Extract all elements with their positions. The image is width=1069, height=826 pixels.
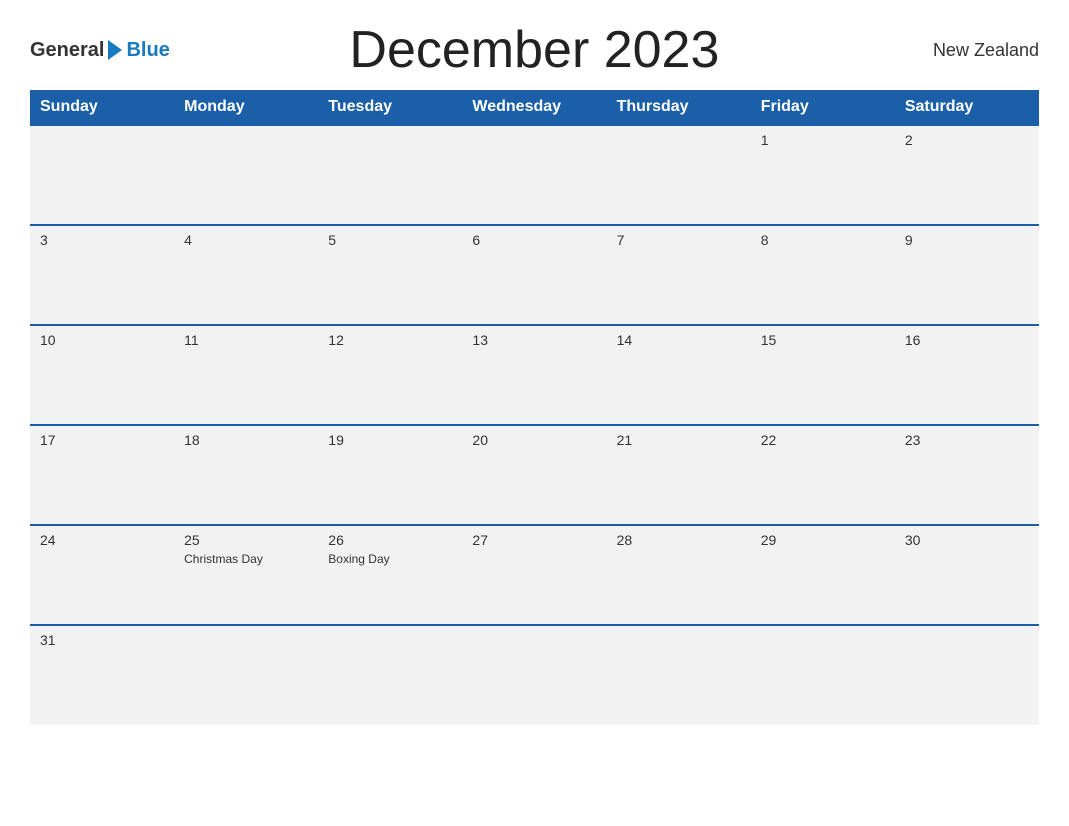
day-number: 28 (617, 532, 741, 548)
calendar-cell (607, 125, 751, 225)
calendar-cell: 28 (607, 525, 751, 625)
day-number: 19 (328, 432, 452, 448)
calendar-cell: 3 (30, 225, 174, 325)
calendar-week-row: 31 (30, 625, 1039, 725)
calendar-cell: 30 (895, 525, 1039, 625)
calendar-cell: 29 (751, 525, 895, 625)
day-number: 29 (761, 532, 885, 548)
calendar-cell: 6 (462, 225, 606, 325)
calendar-week-row: 24 25 Christmas Day 26 Boxing Day 27 28 29 30 (30, 525, 1039, 625)
day-number: 23 (905, 432, 1029, 448)
calendar-cell: 18 (174, 425, 318, 525)
calendar-cell: 17 (30, 425, 174, 525)
calendar-cell: 21 (607, 425, 751, 525)
day-number: 25 (184, 532, 308, 548)
calendar-cell: 12 (318, 325, 462, 425)
calendar-cell: 19 (318, 425, 462, 525)
weekday-header-monday: Monday (174, 90, 318, 125)
day-number: 9 (905, 232, 1029, 248)
calendar-cell: 7 (607, 225, 751, 325)
weekday-header-tuesday: Tuesday (318, 90, 462, 125)
calendar-cell: 1 (751, 125, 895, 225)
day-number: 2 (905, 132, 1029, 148)
calendar-cell: 31 (30, 625, 174, 725)
calendar-cell (895, 625, 1039, 725)
day-number: 20 (472, 432, 596, 448)
calendar-cell (607, 625, 751, 725)
logo-general: General (30, 39, 104, 62)
logo: General Blue (30, 39, 170, 62)
calendar-cell: 5 (318, 225, 462, 325)
calendar-cell (462, 125, 606, 225)
calendar-cell (174, 125, 318, 225)
day-number: 7 (617, 232, 741, 248)
day-number: 24 (40, 532, 164, 548)
holiday-name: Boxing Day (328, 552, 452, 566)
day-number: 10 (40, 332, 164, 348)
calendar-cell (318, 125, 462, 225)
day-number: 16 (905, 332, 1029, 348)
calendar-cell: 24 (30, 525, 174, 625)
weekday-header-sunday: Sunday (30, 90, 174, 125)
logo-blue: Blue (126, 39, 169, 62)
weekday-header-thursday: Thursday (607, 90, 751, 125)
calendar-cell: 15 (751, 325, 895, 425)
calendar-cell (462, 625, 606, 725)
calendar-week-row: 12 (30, 125, 1039, 225)
calendar-cell: 14 (607, 325, 751, 425)
calendar-cell: 13 (462, 325, 606, 425)
page-header: General Blue December 2023 New Zealand (30, 20, 1039, 80)
calendar-cell: 10 (30, 325, 174, 425)
calendar-cell: 16 (895, 325, 1039, 425)
day-number: 27 (472, 532, 596, 548)
logo-triangle-icon (108, 40, 122, 60)
calendar-cell: 26 Boxing Day (318, 525, 462, 625)
day-number: 5 (328, 232, 452, 248)
day-number: 15 (761, 332, 885, 348)
calendar-header-row: SundayMondayTuesdayWednesdayThursdayFrid… (30, 90, 1039, 125)
day-number: 12 (328, 332, 452, 348)
day-number: 18 (184, 432, 308, 448)
day-number: 31 (40, 632, 164, 648)
weekday-header-friday: Friday (751, 90, 895, 125)
day-number: 17 (40, 432, 164, 448)
calendar-week-row: 10 11 12 13 14 15 16 (30, 325, 1039, 425)
calendar-cell (751, 625, 895, 725)
day-number: 3 (40, 232, 164, 248)
day-number: 14 (617, 332, 741, 348)
calendar-cell: 11 (174, 325, 318, 425)
month-title: December 2023 (170, 20, 899, 80)
calendar-cell: 27 (462, 525, 606, 625)
holiday-name: Christmas Day (184, 552, 308, 566)
day-number: 21 (617, 432, 741, 448)
day-number: 26 (328, 532, 452, 548)
calendar-cell: 8 (751, 225, 895, 325)
calendar-cell: 4 (174, 225, 318, 325)
day-number: 30 (905, 532, 1029, 548)
day-number: 11 (184, 332, 308, 348)
calendar-week-row: 3 4 5 6 7 8 9 (30, 225, 1039, 325)
weekday-header-wednesday: Wednesday (462, 90, 606, 125)
calendar-cell (174, 625, 318, 725)
day-number: 22 (761, 432, 885, 448)
day-number: 4 (184, 232, 308, 248)
calendar-cell (318, 625, 462, 725)
day-number: 8 (761, 232, 885, 248)
calendar-cell (30, 125, 174, 225)
calendar-cell: 9 (895, 225, 1039, 325)
calendar-cell: 20 (462, 425, 606, 525)
country-label: New Zealand (899, 40, 1039, 61)
calendar-week-row: 17 18 19 20 21 22 23 (30, 425, 1039, 525)
day-number: 1 (761, 132, 885, 148)
calendar-cell: 22 (751, 425, 895, 525)
calendar-cell: 25 Christmas Day (174, 525, 318, 625)
day-number: 6 (472, 232, 596, 248)
calendar-table: SundayMondayTuesdayWednesdayThursdayFrid… (30, 90, 1039, 725)
calendar-cell: 23 (895, 425, 1039, 525)
calendar-cell: 2 (895, 125, 1039, 225)
day-number: 13 (472, 332, 596, 348)
weekday-header-saturday: Saturday (895, 90, 1039, 125)
